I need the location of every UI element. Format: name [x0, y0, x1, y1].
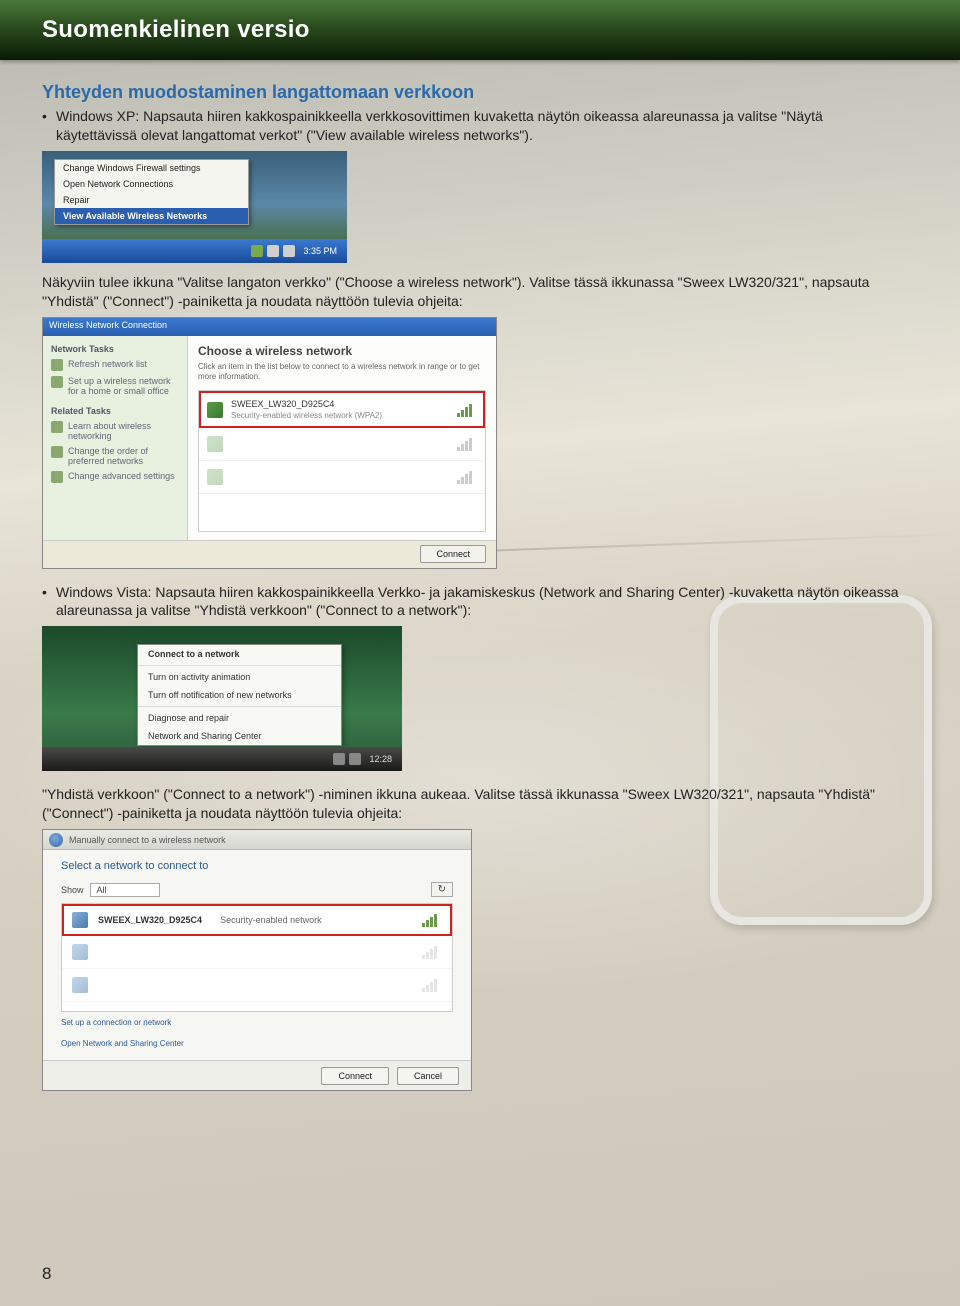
screenshot-xp-tray-menu: Change Windows Firewall settings Open Ne…	[42, 151, 347, 263]
network-row-sweex[interactable]: SWEEX_LW320_D925C4 Security-enabled wirel…	[199, 391, 485, 428]
link-sharing-center[interactable]: Open Network and Sharing Center	[61, 1039, 453, 1048]
menu-item-connect[interactable]: Connect to a network	[138, 645, 341, 663]
sidebar-heading-related: Related Tasks	[51, 406, 179, 416]
network-list: SWEEX_LW320_D925C4 Security-enabled wirel…	[198, 390, 486, 531]
dialog-titlebar: Manually connect to a wireless network	[43, 830, 471, 850]
network-icon	[72, 977, 88, 993]
network-icon	[207, 402, 223, 418]
menu-item-firewall[interactable]: Change Windows Firewall settings	[55, 160, 248, 176]
tray-volume-icon[interactable]	[349, 753, 361, 765]
connect-button[interactable]: Connect	[321, 1067, 389, 1085]
taskbar-clock: 3:35 PM	[299, 246, 341, 256]
back-button-icon[interactable]	[49, 833, 63, 847]
sidebar-item-setup[interactable]: Set up a wireless network for a home or …	[51, 376, 179, 396]
paragraph-vista-intro: Windows Vista: Napsauta hiiren kakkospai…	[42, 583, 900, 621]
menu-item-sharing-center[interactable]: Network and Sharing Center	[138, 727, 341, 745]
tray-network-icon[interactable]	[333, 753, 345, 765]
signal-bars-icon	[422, 945, 442, 959]
signal-bars-icon	[457, 403, 477, 417]
star-icon	[51, 446, 63, 458]
sidebar-item-learn[interactable]: Learn about wireless networking	[51, 421, 179, 441]
context-menu: Connect to a network Turn on activity an…	[137, 644, 342, 746]
document-header: Suomenkielinen versio	[0, 0, 960, 60]
signal-bars-icon	[457, 470, 477, 484]
sidebar-item-advanced[interactable]: Change advanced settings	[51, 471, 179, 483]
tray-network-icon[interactable]	[267, 245, 279, 257]
network-ssid: SWEEX_LW320_D925C4	[98, 915, 202, 925]
panel-heading: Choose a wireless network	[198, 344, 486, 358]
header-title: Suomenkielinen versio	[0, 0, 960, 44]
help-icon	[51, 421, 63, 433]
network-icon	[72, 912, 88, 928]
menu-item-animation[interactable]: Turn on activity animation	[138, 668, 341, 686]
menu-item-diagnose[interactable]: Diagnose and repair	[138, 709, 341, 727]
show-label: Show	[61, 885, 84, 895]
setup-icon	[51, 376, 63, 388]
paragraph-vista-connect: "Yhdistä verkkoon" ("Connect to a networ…	[42, 785, 900, 823]
signal-bars-icon	[422, 913, 442, 927]
link-setup-connection[interactable]: Set up a connection or network	[61, 1018, 453, 1027]
sidebar-heading-tasks: Network Tasks	[51, 344, 179, 354]
cancel-button[interactable]: Cancel	[397, 1067, 459, 1085]
network-row-blank[interactable]	[62, 936, 452, 969]
taskbar: 12:28	[42, 747, 402, 771]
sidebar-item-refresh[interactable]: Refresh network list	[51, 359, 179, 371]
network-row-blank[interactable]	[199, 428, 485, 461]
signal-bars-icon	[422, 978, 442, 992]
screenshot-xp-wireless-dialog: Wireless Network Connection Network Task…	[42, 317, 497, 569]
network-icon	[207, 469, 223, 485]
refresh-button[interactable]: ↻	[431, 882, 453, 897]
tray-shield-icon[interactable]	[251, 245, 263, 257]
sidebar-item-order[interactable]: Change the order of preferred networks	[51, 446, 179, 466]
refresh-icon	[51, 359, 63, 371]
taskbar-clock: 12:28	[365, 754, 396, 764]
dialog-titlebar: Wireless Network Connection	[43, 318, 496, 336]
screenshot-vista-tray-menu: Connect to a network Turn on activity an…	[42, 626, 402, 771]
document-content: Yhteyden muodostaminen langattomaan verk…	[42, 82, 900, 1105]
page-number: 8	[42, 1264, 51, 1284]
dialog-sidebar: Network Tasks Refresh network list Set u…	[43, 336, 188, 540]
menu-item-view-networks[interactable]: View Available Wireless Networks	[55, 208, 248, 224]
context-menu: Change Windows Firewall settings Open Ne…	[54, 159, 249, 225]
connect-button[interactable]: Connect	[420, 545, 486, 563]
network-row-blank[interactable]	[62, 969, 452, 1002]
menu-item-open-connections[interactable]: Open Network Connections	[55, 176, 248, 192]
menu-item-repair[interactable]: Repair	[55, 192, 248, 208]
signal-bars-icon	[457, 437, 477, 451]
paragraph-xp-choose: Näkyviin tulee ikkuna "Valitse langaton …	[42, 273, 900, 311]
network-security-label: Security-enabled network	[220, 915, 322, 925]
network-security-label: Security-enabled wireless network (WPA2)	[231, 411, 449, 420]
network-icon	[72, 944, 88, 960]
tray-volume-icon[interactable]	[283, 245, 295, 257]
menu-item-notification[interactable]: Turn off notification of new networks	[138, 686, 341, 704]
panel-subtext: Click an item in the list below to conne…	[198, 362, 486, 383]
paragraph-xp-intro: Windows XP: Napsauta hiiren kakkospainik…	[42, 107, 900, 145]
network-row-sweex[interactable]: SWEEX_LW320_D925C4 Security-enabled netw…	[62, 904, 452, 936]
network-row-blank[interactable]	[199, 461, 485, 494]
screenshot-vista-connect-dialog: Manually connect to a wireless network S…	[42, 829, 472, 1091]
filter-select[interactable]: All	[90, 883, 160, 897]
section-heading: Yhteyden muodostaminen langattomaan verk…	[42, 82, 900, 103]
network-list: SWEEX_LW320_D925C4 Security-enabled netw…	[61, 903, 453, 1012]
gear-icon	[51, 471, 63, 483]
dialog-title-text: Manually connect to a wireless network	[69, 835, 226, 845]
dialog-heading: Select a network to connect to	[61, 860, 453, 872]
taskbar: 3:35 PM	[42, 239, 347, 263]
network-ssid: SWEEX_LW320_D925C4	[231, 399, 334, 409]
network-icon	[207, 436, 223, 452]
